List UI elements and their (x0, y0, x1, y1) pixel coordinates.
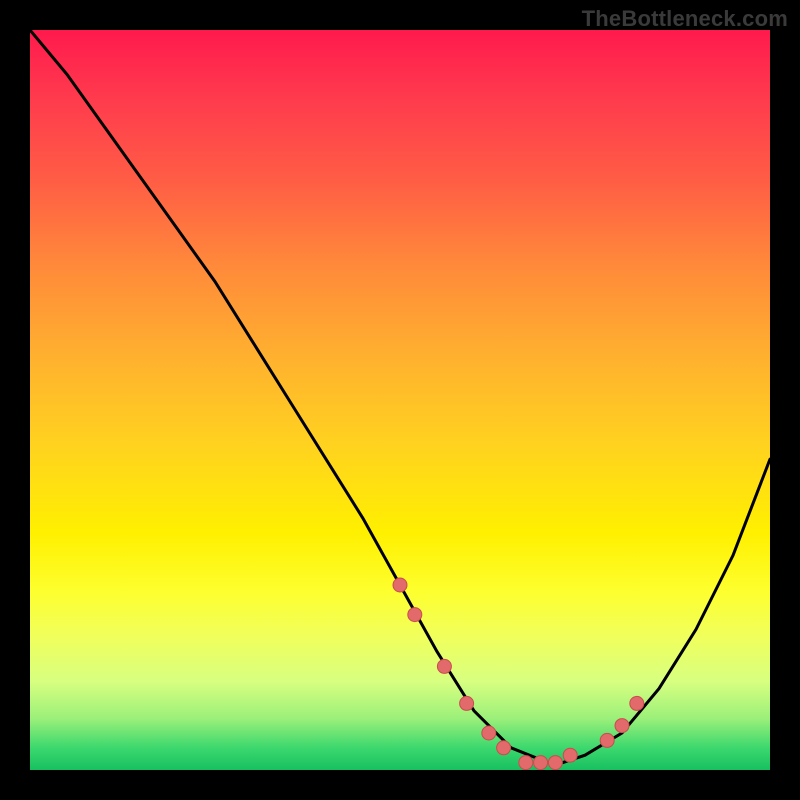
curve-marker (482, 726, 496, 740)
chart-stage: TheBottleneck.com (0, 0, 800, 800)
curve-marker (630, 696, 644, 710)
attribution-label: TheBottleneck.com (582, 6, 788, 32)
curve-marker (563, 748, 577, 762)
curve-marker (497, 741, 511, 755)
curve-marker (460, 696, 474, 710)
curve-marker (534, 756, 548, 770)
curve-layer (30, 30, 770, 770)
curve-marker (393, 578, 407, 592)
curve-marker (548, 756, 562, 770)
curve-marker (437, 659, 451, 673)
gradient-plot-area (30, 30, 770, 770)
curve-markers (393, 578, 644, 770)
bottleneck-curve (30, 30, 770, 763)
curve-marker (519, 756, 533, 770)
curve-marker (408, 608, 422, 622)
curve-marker (600, 733, 614, 747)
curve-marker (615, 719, 629, 733)
